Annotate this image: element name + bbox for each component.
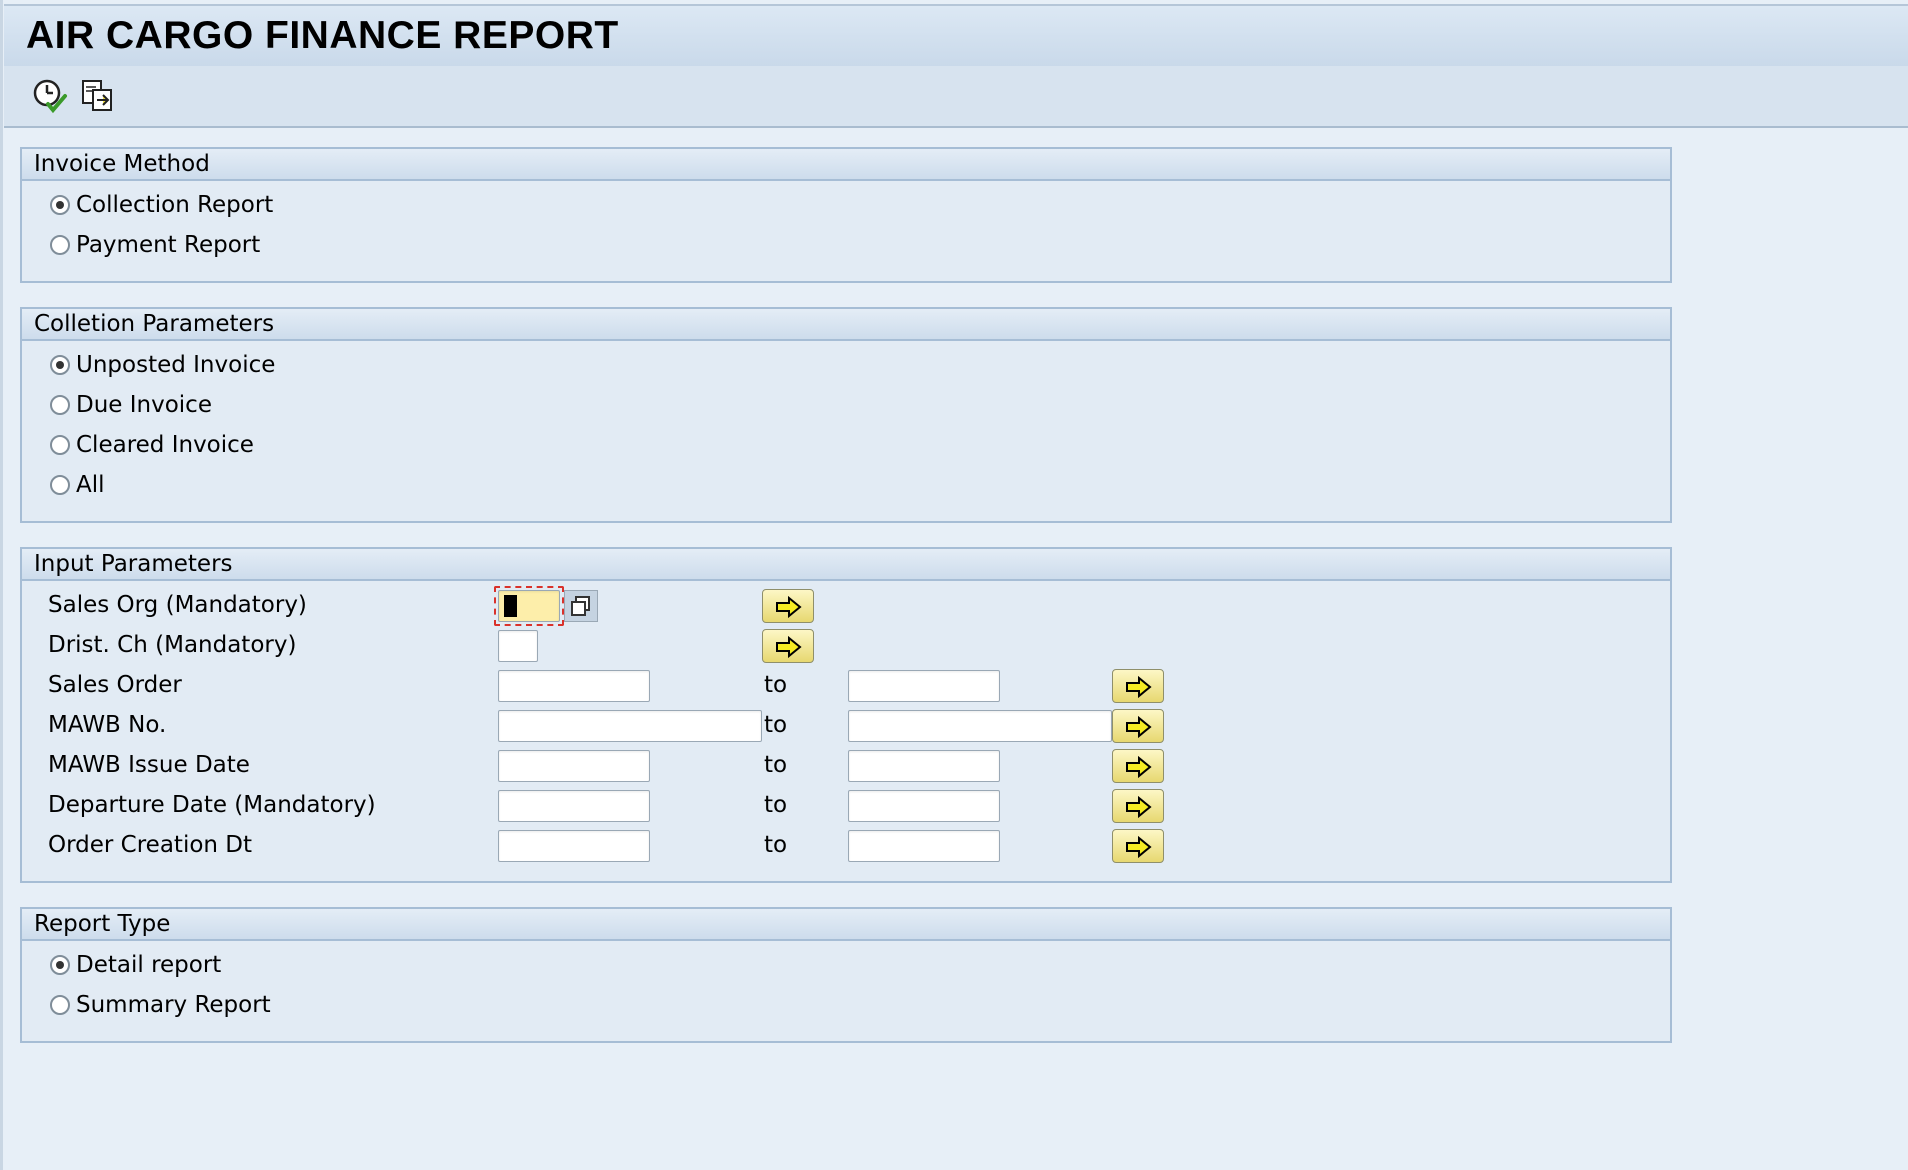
get-variant-icon[interactable] [80, 78, 116, 114]
radio-collection-report[interactable]: Collection Report [50, 189, 273, 221]
label-sales-org: Sales Org (Mandatory) [48, 592, 307, 618]
clock-execute-icon[interactable] [32, 78, 68, 114]
group-header-invoice-method: Invoice Method [22, 149, 1670, 181]
radio-button[interactable] [50, 995, 70, 1015]
collection-parameters-group: Colletion Parameters Unposted Invoice Du… [20, 307, 1672, 523]
dist-channel-input[interactable] [498, 630, 538, 662]
radio-due-invoice[interactable]: Due Invoice [50, 389, 212, 421]
radio-summary-report[interactable]: Summary Report [50, 989, 271, 1021]
multiple-selection-button-mawb-no[interactable] [1112, 709, 1164, 743]
multiple-selection-button-dist-channel[interactable] [762, 629, 814, 663]
radio-button[interactable] [50, 355, 70, 375]
sales-order-from-input[interactable] [498, 670, 650, 702]
invoice-method-group: Invoice Method Collection Report Payment… [20, 147, 1672, 283]
radio-button[interactable] [50, 955, 70, 975]
report-type-group: Report Type Detail report Summary Report [20, 907, 1672, 1043]
multiple-selection-button-order-creation-date[interactable] [1112, 829, 1164, 863]
group-header-collection-parameters: Colletion Parameters [22, 309, 1670, 341]
value-help-button[interactable] [564, 590, 598, 622]
departure-date-from-input[interactable] [498, 790, 650, 822]
multiple-selection-button-mawb-issue-date[interactable] [1112, 749, 1164, 783]
radio-label: Summary Report [76, 992, 271, 1018]
radio-payment-report[interactable]: Payment Report [50, 229, 260, 261]
arrow-right-icon [1126, 676, 1152, 698]
radio-button[interactable] [50, 435, 70, 455]
radio-button[interactable] [50, 475, 70, 495]
departure-date-to-input[interactable] [848, 790, 1000, 822]
arrow-right-icon [776, 596, 802, 618]
order-creation-date-to-input[interactable] [848, 830, 1000, 862]
range-to-label: to [764, 672, 788, 698]
input-parameters-group: Input Parameters Sales Org (Mandatory) D… [20, 547, 1672, 883]
radio-label: All [76, 472, 105, 498]
text-cursor [504, 595, 517, 617]
arrow-right-icon [1126, 836, 1152, 858]
multiple-selection-button-sales-order[interactable] [1112, 669, 1164, 703]
radio-all[interactable]: All [50, 469, 105, 501]
radio-label: Unposted Invoice [76, 352, 276, 378]
radio-unposted-invoice[interactable]: Unposted Invoice [50, 349, 275, 381]
page-title: AIR CARGO FINANCE REPORT [26, 14, 619, 57]
label-departure-date: Departure Date (Mandatory) [48, 792, 376, 818]
mawb-no-from-input[interactable] [498, 710, 762, 742]
arrow-right-icon [776, 636, 802, 658]
order-creation-date-from-input[interactable] [498, 830, 650, 862]
radio-label: Due Invoice [76, 392, 212, 418]
range-to-label: to [764, 712, 788, 738]
sales-org-input[interactable] [498, 590, 560, 622]
mawb-no-to-input[interactable] [848, 710, 1112, 742]
radio-cleared-invoice[interactable]: Cleared Invoice [50, 429, 254, 461]
multiple-selection-button-departure-date[interactable] [1112, 789, 1164, 823]
range-to-label: to [764, 832, 788, 858]
label-dist-channel: Drist. Ch (Mandatory) [48, 632, 297, 658]
label-mawb-issue-date: MAWB Issue Date [48, 752, 250, 778]
radio-button[interactable] [50, 195, 70, 215]
arrow-right-icon [1126, 756, 1152, 778]
radio-detail-report[interactable]: Detail report [50, 949, 221, 981]
radio-label: Collection Report [76, 192, 274, 218]
title-bar: AIR CARGO FINANCE REPORT [4, 4, 1908, 67]
label-order-creation-date: Order Creation Dt [48, 832, 253, 858]
mawb-issue-date-from-input[interactable] [498, 750, 650, 782]
application-toolbar [4, 66, 1908, 128]
label-mawb-no: MAWB No. [48, 712, 167, 738]
range-to-label: to [764, 752, 788, 778]
radio-label: Cleared Invoice [76, 432, 254, 458]
value-help-icon [571, 596, 590, 616]
radio-label: Detail report [76, 952, 222, 978]
radio-label: Payment Report [76, 232, 261, 258]
mawb-issue-date-to-input[interactable] [848, 750, 1000, 782]
group-header-input-parameters: Input Parameters [22, 549, 1670, 581]
range-to-label: to [764, 792, 788, 818]
arrow-right-icon [1126, 716, 1152, 738]
radio-button[interactable] [50, 395, 70, 415]
label-sales-order: Sales Order [48, 672, 182, 698]
radio-button[interactable] [50, 235, 70, 255]
arrow-right-icon [1126, 796, 1152, 818]
window-left-edge [0, 0, 3, 1170]
multiple-selection-button-sales-org[interactable] [762, 589, 814, 623]
sales-order-to-input[interactable] [848, 670, 1000, 702]
group-header-report-type: Report Type [22, 909, 1670, 941]
